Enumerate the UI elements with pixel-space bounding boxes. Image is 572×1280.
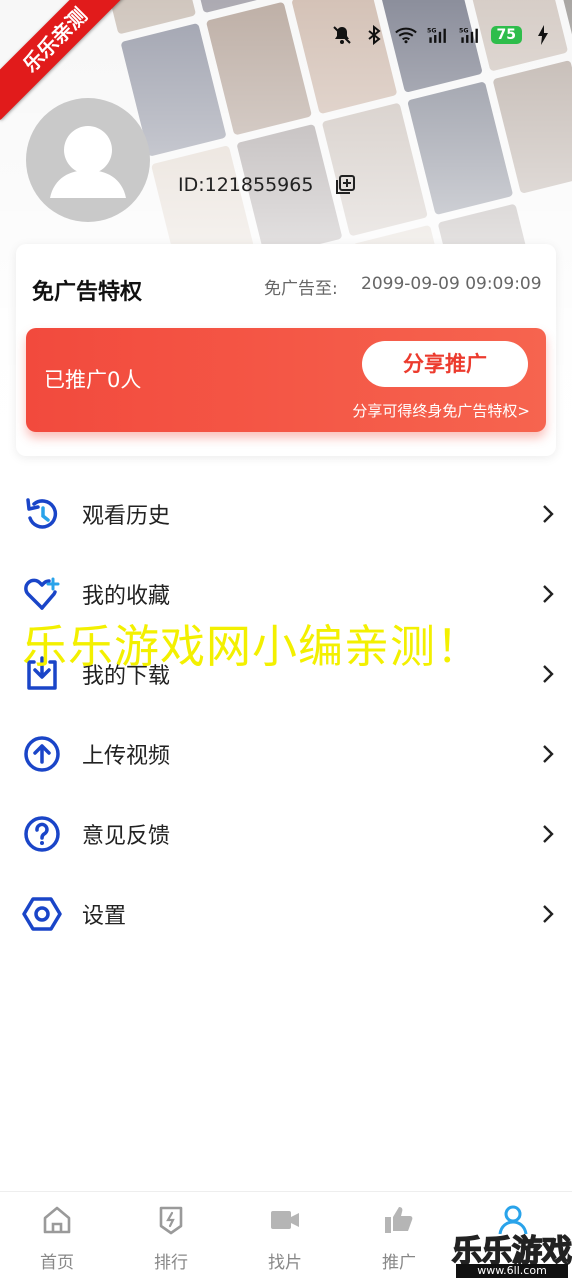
nav-label: 排行 (154, 1253, 188, 1273)
menu-label: 观看历史 (82, 504, 171, 529)
nav-item-ranking[interactable]: 排行 (114, 1192, 228, 1280)
signal-5g-icon: 5G (459, 24, 481, 46)
wifi-icon (394, 24, 417, 46)
menu-item-feedback[interactable]: 意见反馈 (0, 794, 572, 874)
menu-item-settings[interactable]: 设置 (0, 874, 572, 954)
nav-item-find-video[interactable]: 找片 (228, 1192, 342, 1280)
expiry-value: 2099-09-09 09:09:09 (361, 274, 542, 294)
logo-url: www.6ll.com (456, 1264, 568, 1278)
thumbs-up-icon (383, 1204, 415, 1236)
settings-icon (22, 894, 62, 934)
expiry-label: 免广告至: (264, 279, 338, 299)
nav-item-home[interactable]: 首页 (0, 1192, 114, 1280)
nav-item-promote[interactable]: 推广 (342, 1192, 456, 1280)
promotion-hint-link[interactable]: 分享可得终身免广告特权> (352, 400, 530, 421)
default-avatar-icon (50, 126, 126, 198)
nav-label: 找片 (268, 1253, 302, 1273)
chevron-right-icon (540, 583, 556, 605)
copy-icon[interactable] (334, 174, 356, 196)
menu-item-favorites[interactable]: 我的收藏 (0, 554, 572, 634)
signal-5g-icon: 5G (427, 24, 449, 46)
avatar[interactable] (26, 98, 150, 222)
chevron-right-icon (540, 743, 556, 765)
status-bar: 5G 5G 75 (331, 18, 554, 52)
menu-label: 上传视频 (82, 744, 171, 769)
video-camera-icon (269, 1204, 301, 1236)
menu-label: 我的收藏 (82, 584, 171, 609)
promotion-count: 已推广0人 (44, 368, 142, 392)
chevron-right-icon (540, 823, 556, 845)
chevron-right-icon (540, 903, 556, 925)
ad-free-privilege-card: 免广告特权 免广告至: 2099-09-09 09:09:09 已推广0人 分享… (16, 244, 556, 456)
share-promote-button[interactable]: 分享推广 (362, 341, 528, 387)
charging-icon (532, 24, 554, 46)
promotion-banner[interactable]: 已推广0人 分享推广 分享可得终身免广告特权> (26, 328, 546, 432)
user-id: ID:121855965 (178, 174, 314, 196)
menu-item-upload[interactable]: 上传视频 (0, 714, 572, 794)
history-icon (22, 494, 62, 534)
battery-indicator: 75 (490, 26, 522, 44)
menu-label: 设置 (82, 904, 127, 929)
menu-item-downloads[interactable]: 我的下载 (0, 634, 572, 714)
site-logo-watermark: 乐乐游戏 www.6ll.com (451, 1226, 572, 1279)
chevron-right-icon (540, 503, 556, 525)
menu-label: 意见反馈 (82, 824, 171, 849)
mute-bell-icon (331, 24, 353, 46)
download-icon (22, 654, 62, 694)
feedback-icon (22, 814, 62, 854)
menu-label: 我的下载 (82, 664, 171, 689)
chevron-right-icon (540, 663, 556, 685)
ranking-icon (155, 1204, 187, 1236)
upload-icon (22, 734, 62, 774)
home-icon (41, 1204, 73, 1236)
nav-label: 首页 (40, 1253, 74, 1273)
bluetooth-icon (363, 24, 385, 46)
svg-text:5G: 5G (427, 28, 437, 35)
card-title: 免广告特权 (32, 280, 143, 305)
nav-label: 推广 (382, 1253, 416, 1273)
svg-text:5G: 5G (459, 28, 469, 35)
menu-item-history[interactable]: 观看历史 (0, 474, 572, 554)
favorite-icon (22, 574, 62, 614)
